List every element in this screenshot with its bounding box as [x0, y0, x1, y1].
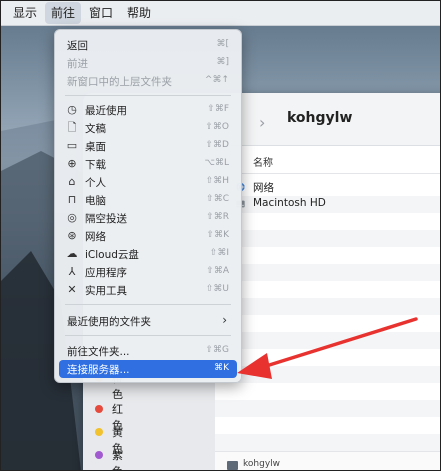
annotation-arrow	[237, 317, 418, 379]
screenshot-frame: 橙色 红色 黄色 紫色 › kohgylw 名称	[0, 0, 441, 471]
